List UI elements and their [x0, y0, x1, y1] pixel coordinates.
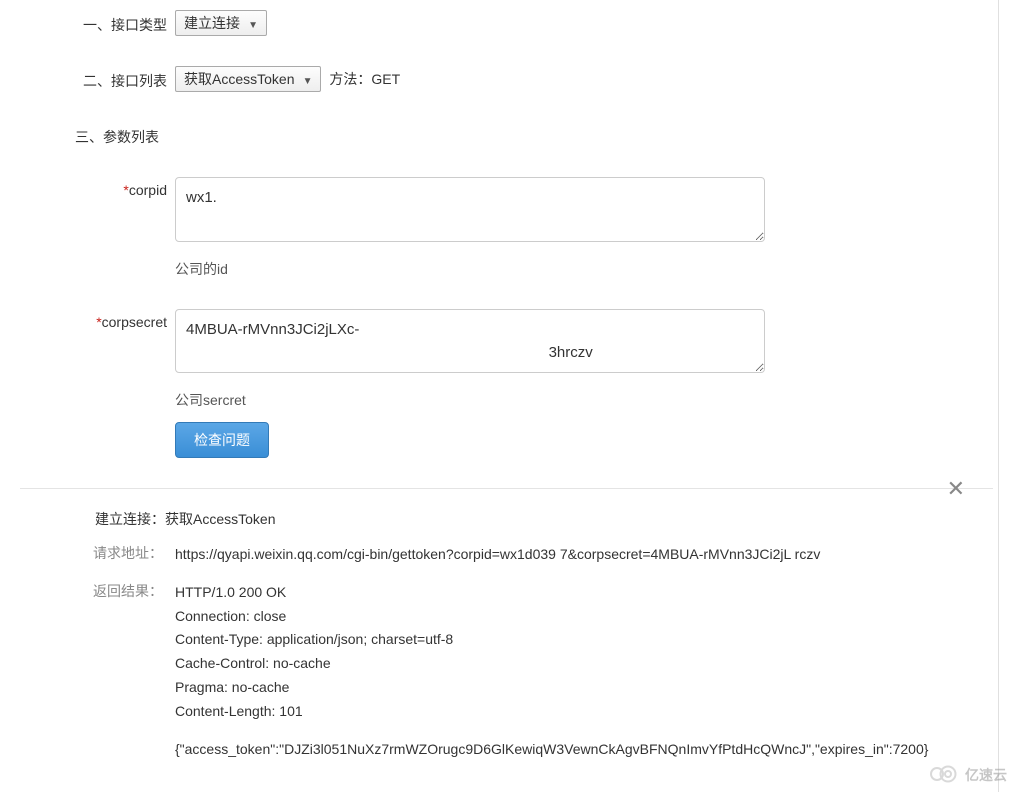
- row-interface-type: 一、接口类型 建立连接: [20, 10, 993, 36]
- corpid-label-text: corpid: [129, 182, 167, 198]
- corpsecret-help: 公司sercret: [175, 390, 993, 410]
- corpid-input[interactable]: wx1.: [175, 177, 765, 242]
- select-interface-list-value: 获取AccessToken: [184, 71, 294, 87]
- label-param-list: 三、参数列表: [20, 122, 175, 147]
- corpsecret-input[interactable]: 4MBUA-rMVnn3JCi2jLXc- 3hrczv: [175, 309, 765, 374]
- form-container: 一、接口类型 建立连接 二、接口列表 获取AccessToken 方法：GET …: [0, 0, 1013, 489]
- label-corpsecret: *corpsecret: [20, 309, 175, 330]
- label-interface-type: 一、接口类型: [20, 10, 175, 35]
- section-divider: [20, 488, 993, 489]
- method-value: GET: [371, 71, 400, 87]
- watermark: 亿速云: [927, 763, 1007, 786]
- watermark-text: 亿速云: [965, 765, 1007, 785]
- corpsecret-label-text: corpsecret: [102, 314, 167, 330]
- method-label: 方法：: [329, 69, 371, 89]
- row-submit: 检查问题: [20, 422, 993, 458]
- panel-right-border: [998, 0, 999, 792]
- row-interface-list: 二、接口列表 获取AccessToken 方法：GET: [20, 66, 993, 92]
- response-headers: HTTP/1.0 200 OK Connection: close Conten…: [175, 581, 953, 724]
- label-interface-list: 二、接口列表: [20, 66, 175, 91]
- row-param-list-heading: 三、参数列表: [20, 122, 993, 147]
- content-interface-list: 获取AccessToken 方法：GET: [175, 66, 993, 92]
- label-corpid: *corpid: [20, 177, 175, 198]
- result-heading-row: 建立连接：获取AccessToken: [20, 509, 993, 529]
- response-body: {"access_token":"DJZi3l051NuXz7rmWZOrugc…: [175, 738, 953, 762]
- check-problem-button[interactable]: 检查问题: [175, 422, 269, 458]
- select-interface-list[interactable]: 获取AccessToken: [175, 66, 321, 92]
- result-heading: 建立连接：获取AccessToken: [20, 509, 275, 529]
- row-request-url: 请求地址： https://qyapi.weixin.qq.com/cgi-bi…: [20, 543, 993, 567]
- select-interface-type[interactable]: 建立连接: [175, 10, 267, 36]
- content-interface-type: 建立连接: [175, 10, 993, 36]
- row-response: 返回结果： HTTP/1.0 200 OK Connection: close …: [20, 581, 993, 762]
- select-interface-type-value: 建立连接: [184, 15, 240, 31]
- cloud-icon: [927, 763, 961, 786]
- corpid-help: 公司的id: [175, 259, 993, 279]
- close-icon[interactable]: ✕: [947, 478, 965, 500]
- request-url-value: https://qyapi.weixin.qq.com/cgi-bin/gett…: [175, 543, 993, 567]
- result-section: 建立连接：获取AccessToken 请求地址： https://qyapi.w…: [0, 509, 1013, 761]
- label-request-url: 请求地址：: [20, 543, 175, 563]
- row-corpsecret: *corpsecret 4MBUA-rMVnn3JCi2jLXc- 3hrczv…: [20, 309, 993, 411]
- row-corpid: *corpid wx1. 公司的id: [20, 177, 993, 279]
- label-response: 返回结果：: [20, 581, 175, 601]
